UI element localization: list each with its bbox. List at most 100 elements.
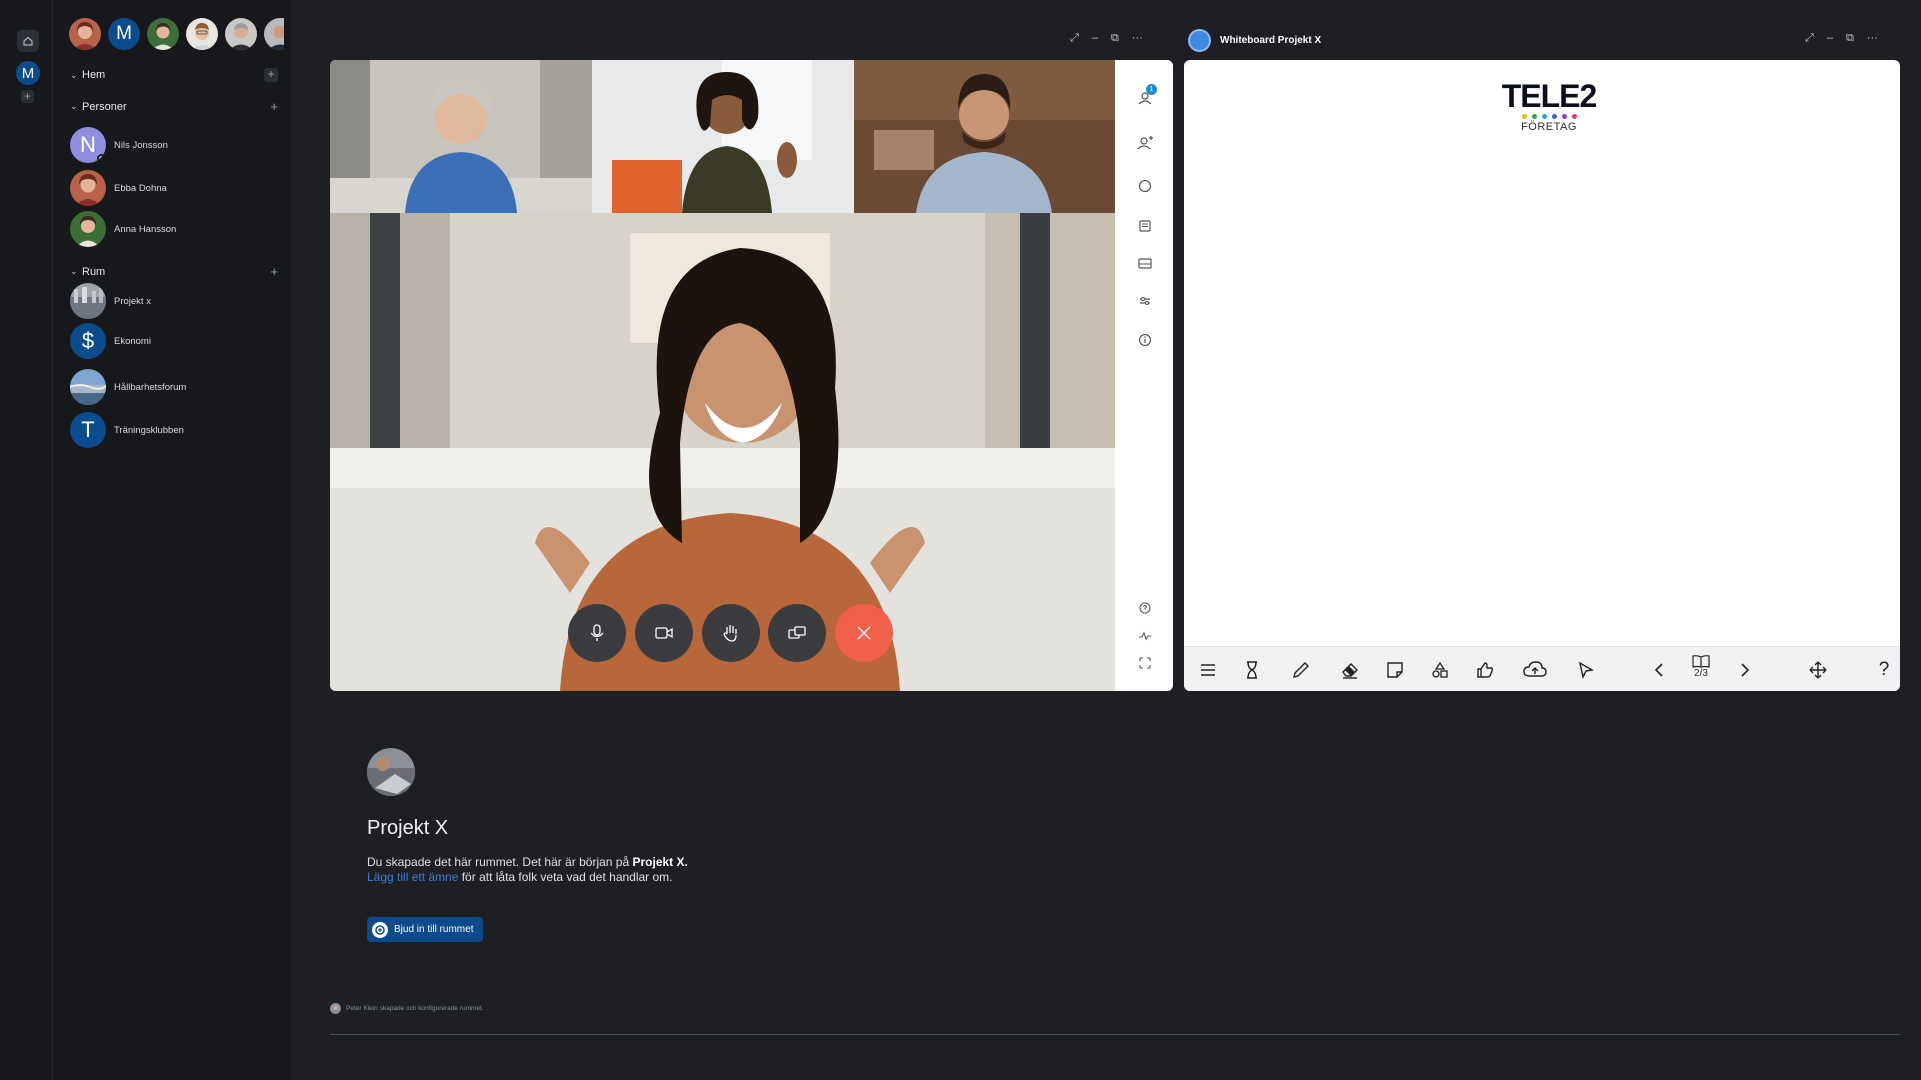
add-icon[interactable]: + <box>270 264 278 279</box>
participant-video[interactable] <box>592 60 854 213</box>
participant-video[interactable] <box>330 60 592 213</box>
hand-icon <box>723 625 737 642</box>
help-button[interactable]: ? <box>1874 660 1894 680</box>
logo-dot <box>1541 114 1547 119</box>
room-avatar <box>70 369 106 405</box>
recent-avatars: M <box>69 18 284 50</box>
avatar[interactable] <box>147 18 179 50</box>
logo-dot <box>1561 114 1567 119</box>
raise-hand-button[interactable] <box>702 604 760 662</box>
expand-icon[interactable]: ⤢ <box>1805 32 1814 45</box>
shapes-icon[interactable] <box>1430 660 1450 680</box>
app-rail: M + <box>0 0 53 1080</box>
popout-icon[interactable]: ⧉ <box>1846 32 1854 45</box>
avatar[interactable] <box>186 18 218 50</box>
add-person-icon[interactable] <box>1137 135 1153 151</box>
logo-word: TELE2 <box>1501 78 1598 114</box>
desc-text: Du skapade det här rummet. Det här är bö… <box>367 855 633 869</box>
logo-subtitle: FÖRETAG <box>1521 121 1577 133</box>
avatar[interactable] <box>225 18 257 50</box>
chevron-right-icon[interactable] <box>1734 660 1754 680</box>
avatar <box>70 170 106 206</box>
participant-video[interactable] <box>854 60 1115 213</box>
room-item[interactable]: Hållbarhetsforum <box>70 369 186 405</box>
tele2-logo: TELE2 FÖRETAG <box>1494 78 1604 133</box>
page-indicator[interactable]: 2/3 <box>1688 654 1714 679</box>
thumbs-up-icon[interactable] <box>1475 660 1495 680</box>
sidebar: M ⌄ Hem + ⌄ Personer + N Nils Jonsson Eb… <box>53 0 291 1080</box>
section-hem[interactable]: ⌄ Hem + <box>70 68 278 82</box>
room-item[interactable]: T Träningsklubben <box>70 412 184 448</box>
video-call-panel: 1 <box>330 60 1173 691</box>
avatar <box>330 1003 341 1014</box>
close-icon <box>857 626 871 640</box>
cloud-upload-icon[interactable] <box>1522 660 1548 680</box>
person-item[interactable]: Anna Hansson <box>70 211 176 247</box>
end-call-button[interactable] <box>835 604 893 662</box>
add-icon[interactable]: + <box>264 68 278 82</box>
room-item[interactable]: $ Ekonomi <box>70 323 151 359</box>
section-rum[interactable]: ⌄ Rum + <box>70 264 278 279</box>
popout-icon[interactable]: ⧉ <box>1111 32 1119 45</box>
user-avatar[interactable]: M <box>16 61 40 85</box>
add-topic-link[interactable]: Lägg till ett ämne <box>367 870 458 884</box>
invite-to-room-button[interactable]: Bjud in till rummet <box>367 917 484 942</box>
expand-icon[interactable]: ⤢ <box>1070 32 1079 45</box>
add-space-button[interactable]: + <box>21 90 34 103</box>
help-icon[interactable] <box>1137 600 1153 616</box>
participants-icon[interactable]: 1 <box>1137 84 1157 106</box>
avatar[interactable] <box>264 18 284 50</box>
avatar-initial: N <box>80 132 96 157</box>
chevron-down-icon: ⌄ <box>70 266 78 276</box>
notes-icon[interactable] <box>1137 218 1153 234</box>
more-icon[interactable]: ··· <box>1867 32 1878 45</box>
section-personer[interactable]: ⌄ Personer + <box>70 99 278 114</box>
minimize-icon[interactable]: – <box>1092 32 1098 45</box>
room-name: Träningsklubben <box>114 424 184 436</box>
chevron-left-icon[interactable] <box>1650 660 1670 680</box>
divider <box>330 1034 1900 1035</box>
book-icon <box>1692 655 1710 668</box>
room-item[interactable]: Projekt x <box>70 283 151 319</box>
camera-button[interactable] <box>635 604 693 662</box>
layout-icon[interactable] <box>1137 255 1153 271</box>
desc-text: för att låta folk veta vad det handlar o… <box>458 870 673 884</box>
sticky-note-icon[interactable] <box>1385 660 1405 680</box>
cursor-icon[interactable] <box>1576 660 1596 680</box>
activity-icon[interactable] <box>1137 628 1153 644</box>
more-icon[interactable]: ··· <box>1132 32 1143 45</box>
pen-icon[interactable] <box>1291 660 1311 680</box>
page-indicator-text: 2/3 <box>1694 668 1708 679</box>
add-icon[interactable]: + <box>270 99 278 114</box>
settings-sliders-icon[interactable] <box>1137 293 1153 309</box>
room-avatar <box>367 748 415 796</box>
avatar[interactable] <box>69 18 101 50</box>
hourglass-icon[interactable] <box>1242 660 1262 680</box>
avatar[interactable]: M <box>108 18 140 50</box>
person-name: Ebba Dohna <box>114 182 167 194</box>
person-item[interactable]: Ebba Dohna <box>70 170 167 206</box>
person-item[interactable]: N Nils Jonsson <box>70 127 168 163</box>
whiteboard-canvas[interactable]: TELE2 FÖRETAG 2/3 ? <box>1184 60 1900 691</box>
fullscreen-icon[interactable] <box>1137 655 1153 671</box>
home-icon[interactable] <box>17 30 39 52</box>
share-screen-button[interactable] <box>768 604 826 662</box>
info-icon[interactable] <box>1137 332 1153 348</box>
logo-dot <box>1571 114 1577 119</box>
minimize-icon[interactable]: – <box>1827 32 1833 45</box>
room-created-note: Peter Klein skapade och konfigurerade ru… <box>330 1003 484 1014</box>
move-icon[interactable] <box>1808 660 1828 680</box>
invite-label: Bjud in till rummet <box>394 924 474 935</box>
whiteboard-app-icon <box>1188 29 1211 52</box>
chat-icon[interactable] <box>1137 178 1153 194</box>
share-screen-icon <box>788 626 806 639</box>
person-name: Nils Jonsson <box>114 139 168 151</box>
menu-icon[interactable] <box>1198 660 1218 680</box>
eraser-icon[interactable] <box>1340 660 1360 680</box>
room-icon-glyph: $ <box>81 328 95 353</box>
invite-icon <box>372 921 388 938</box>
logo-dot <box>1521 114 1527 119</box>
room-title: Projekt X <box>367 817 449 839</box>
room-name: Hållbarhetsforum <box>114 381 187 393</box>
microphone-button[interactable] <box>568 604 626 662</box>
